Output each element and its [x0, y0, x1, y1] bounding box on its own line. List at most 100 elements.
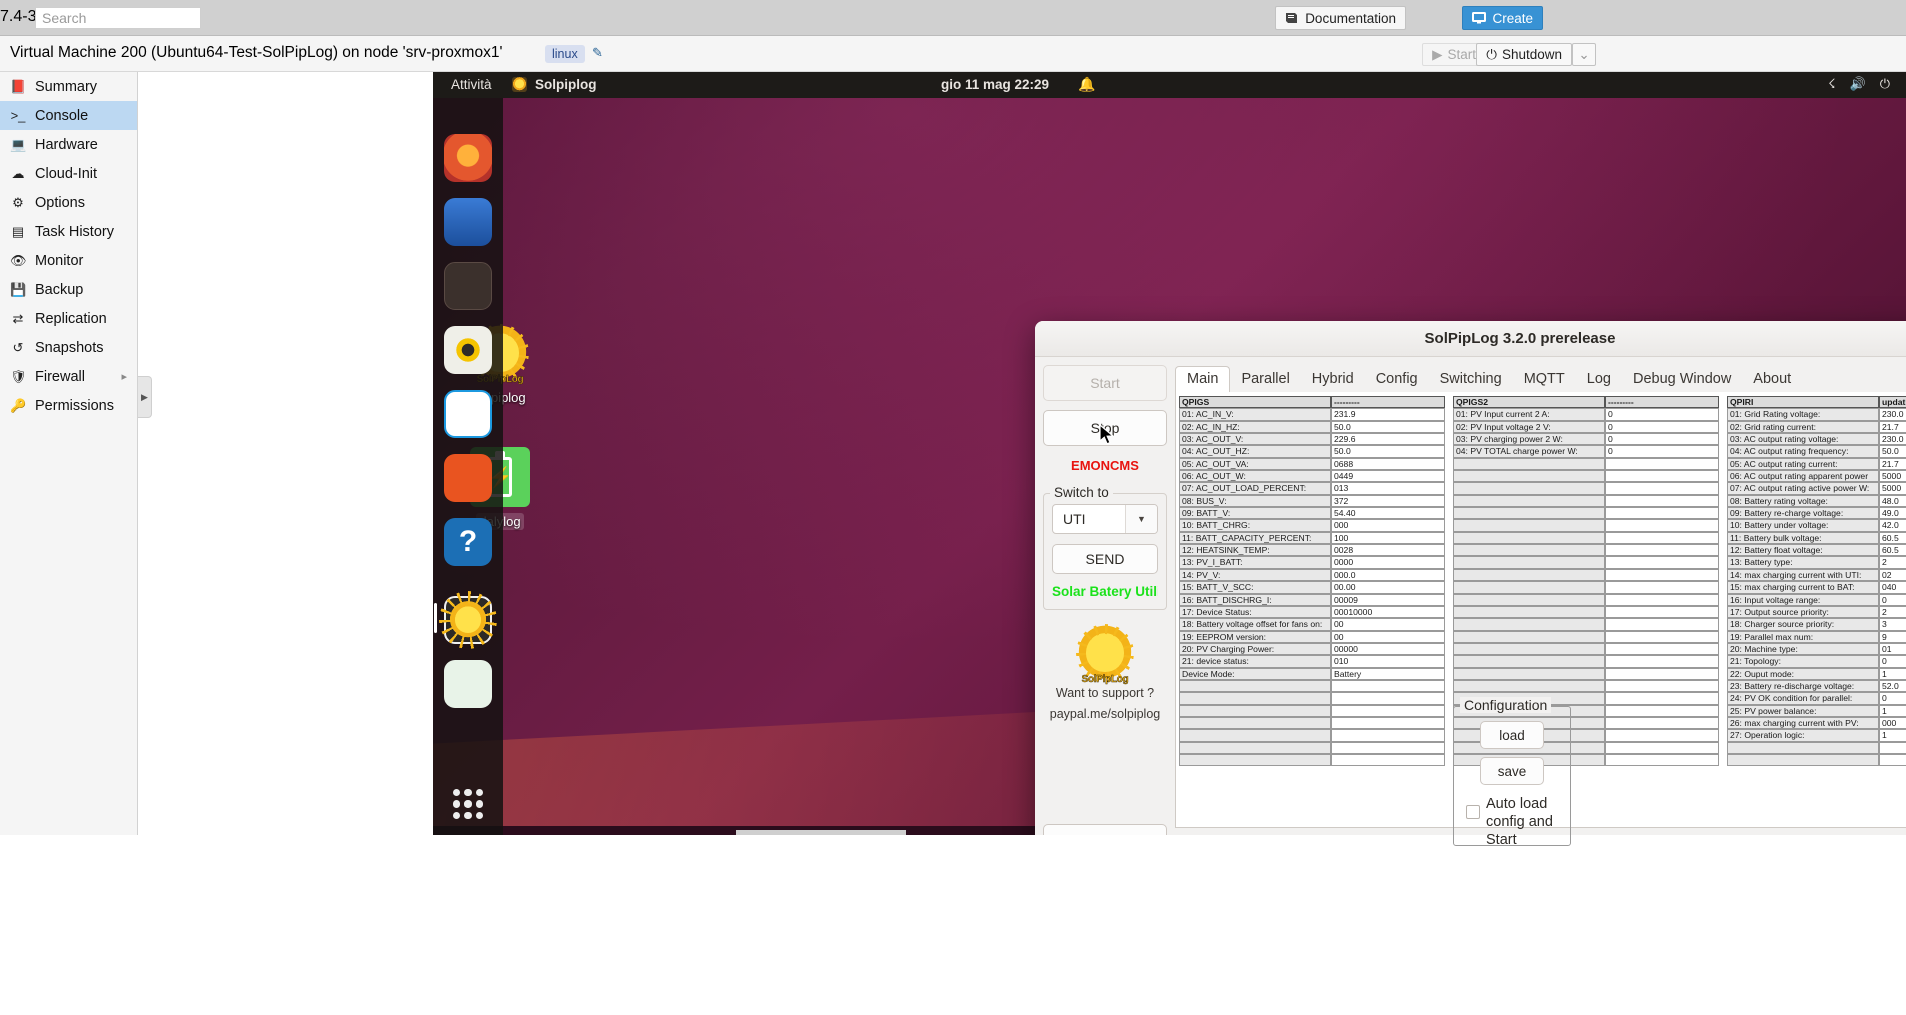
- libreoffice-writer-icon[interactable]: [444, 390, 492, 438]
- sidebar-item-cloud-init[interactable]: ☁ Cloud-Init: [0, 159, 137, 188]
- table-row[interactable]: 09: Battery re-charge voltage: 49.0: [1727, 507, 1906, 520]
- table-row[interactable]: 07: AC_OUT_LOAD_PERCENT: 013: [1179, 482, 1447, 495]
- table-row[interactable]: 07: AC output rating active power W: 5000: [1727, 482, 1906, 495]
- table-row[interactable]: 03: AC output rating voltage: 230.0: [1727, 433, 1906, 446]
- table-row[interactable]: [1453, 630, 1721, 643]
- table-row[interactable]: 22: Ouput mode: 1: [1727, 667, 1906, 680]
- table-row[interactable]: 17: Device Status: 00010000: [1179, 605, 1447, 619]
- load-config-button[interactable]: load: [1480, 721, 1544, 749]
- table-row[interactable]: [1179, 729, 1447, 742]
- table-row[interactable]: 02: Grid rating current: 21.7: [1727, 420, 1906, 434]
- activities-button[interactable]: Attività: [451, 77, 492, 92]
- edit-icon[interactable]: ✎: [592, 45, 603, 61]
- table-row[interactable]: 24: PV OK condition for parallel: 0: [1727, 692, 1906, 705]
- table-row[interactable]: 14: PV_V: 000.0: [1179, 568, 1447, 582]
- table-row[interactable]: [1453, 494, 1721, 508]
- table-row[interactable]: 19: EEPROM version: 00: [1179, 630, 1447, 643]
- table-row[interactable]: [1453, 568, 1721, 582]
- sidebar-item-task-history[interactable]: ▤ Task History: [0, 217, 137, 246]
- table-row[interactable]: 10: BATT_CHRG: 000: [1179, 519, 1447, 532]
- firefox-icon[interactable]: [444, 134, 492, 182]
- table-row[interactable]: 21: device status: 010: [1179, 655, 1447, 668]
- table-row[interactable]: 16: Input voltage range: 0: [1727, 593, 1906, 606]
- table-row[interactable]: 21: Topology: 0: [1727, 655, 1906, 668]
- table-row[interactable]: 13: Battery type: 2: [1727, 556, 1906, 569]
- sidebar-item-replication[interactable]: ⇄ Replication: [0, 304, 137, 333]
- sidebar-item-summary[interactable]: 📕 Summary: [0, 72, 137, 101]
- table-row[interactable]: [1727, 741, 1906, 754]
- table-row[interactable]: 10: Battery under voltage: 42.0: [1727, 519, 1906, 532]
- table-row[interactable]: 17: Output source priority: 2: [1727, 605, 1906, 619]
- table-row[interactable]: 02: AC_IN_HZ: 50.0: [1179, 420, 1447, 434]
- tab-log[interactable]: Log: [1576, 367, 1622, 392]
- table-row[interactable]: 04: AC_OUT_HZ: 50.0: [1179, 445, 1447, 458]
- sidebar-item-backup[interactable]: 💾 Backup: [0, 275, 137, 304]
- table-row[interactable]: 20: Machine type: 01: [1727, 642, 1906, 656]
- sidebar-collapse-handle[interactable]: ▶: [138, 376, 152, 418]
- table-row[interactable]: 06: AC_OUT_W: 0449: [1179, 470, 1447, 483]
- table-row[interactable]: 03: PV charging power 2 W: 0: [1453, 433, 1721, 446]
- sidebar-item-permissions[interactable]: 🔑 Permissions: [0, 391, 137, 420]
- shutdown-dropdown-button[interactable]: ⌄: [1572, 43, 1596, 66]
- start-button[interactable]: Start: [1043, 365, 1167, 401]
- table-row[interactable]: [1453, 667, 1721, 680]
- system-tray[interactable]: ☇ 🔊 ⏻: [1828, 76, 1890, 92]
- vm-shutdown-button[interactable]: ⏻ Shutdown: [1476, 43, 1572, 66]
- inverter-profile-button[interactable]: Inv10KwParOffg: [1043, 824, 1167, 835]
- trash-icon[interactable]: [444, 660, 492, 708]
- sidebar-item-console[interactable]: >_ Console: [0, 101, 137, 130]
- table-row[interactable]: [1453, 581, 1721, 594]
- tab-main[interactable]: Main: [1175, 366, 1231, 393]
- table-row[interactable]: [1453, 605, 1721, 619]
- tab-config[interactable]: Config: [1365, 367, 1429, 392]
- tab-about[interactable]: About: [1742, 367, 1802, 392]
- network-icon[interactable]: ☇: [1828, 76, 1835, 92]
- table-row[interactable]: [1453, 544, 1721, 557]
- table-row[interactable]: [1453, 507, 1721, 520]
- table-row[interactable]: [1453, 482, 1721, 495]
- table-row[interactable]: [1453, 593, 1721, 606]
- table-row[interactable]: 06: AC output rating apparent power 5000: [1727, 470, 1906, 483]
- table-row[interactable]: 23: Battery re-discharge voltage: 52.0: [1727, 679, 1906, 693]
- switch-mode-select[interactable]: UTI ▼: [1052, 504, 1158, 534]
- documentation-button[interactable]: Documentation: [1275, 6, 1406, 30]
- table-row[interactable]: 08: Battery rating voltage: 48.0: [1727, 494, 1906, 508]
- app-title-bar[interactable]: SolPipLog 3.2.0 prerelease – ✕: [1035, 321, 1906, 357]
- table-row[interactable]: 13: PV_I_BATT: 0000: [1179, 556, 1447, 569]
- table-row[interactable]: [1727, 753, 1906, 767]
- save-config-button[interactable]: save: [1480, 757, 1544, 785]
- search-input[interactable]: Search: [35, 7, 201, 29]
- table-row[interactable]: [1179, 753, 1447, 767]
- tab-switching[interactable]: Switching: [1429, 367, 1513, 392]
- table-row[interactable]: 18: Charger source priority: 3: [1727, 618, 1906, 631]
- sidebar-item-options[interactable]: ⚙ Options: [0, 188, 137, 217]
- table-row[interactable]: [1453, 470, 1721, 483]
- sidebar-item-firewall[interactable]: 🛡 Firewall ▸: [0, 362, 137, 391]
- table-row[interactable]: [1453, 519, 1721, 532]
- solpiplog-dock-icon[interactable]: [444, 596, 492, 644]
- focused-app-label[interactable]: Solpiplog: [535, 77, 597, 92]
- rhythmbox-icon[interactable]: [444, 326, 492, 374]
- table-row[interactable]: 05: AC_OUT_VA: 0688: [1179, 457, 1447, 471]
- table-row[interactable]: 27: Operation logic: 1: [1727, 729, 1906, 742]
- table-row[interactable]: [1453, 457, 1721, 471]
- table-row[interactable]: 02: PV Input voltage 2 V: 0: [1453, 420, 1721, 434]
- create-vm-button[interactable]: Create: [1462, 6, 1543, 30]
- table-row[interactable]: [1453, 642, 1721, 656]
- send-button[interactable]: SEND: [1052, 544, 1158, 574]
- paypal-link[interactable]: paypal.me/solpiplog: [1043, 707, 1167, 721]
- sidebar-item-hardware[interactable]: 💻 Hardware: [0, 130, 137, 159]
- table-row[interactable]: 12: Battery float voltage: 60.5: [1727, 544, 1906, 557]
- chevron-down-icon[interactable]: ▼: [1125, 505, 1157, 533]
- table-row[interactable]: 11: BATT_CAPACITY_PERCENT: 100: [1179, 531, 1447, 545]
- table-row[interactable]: [1453, 618, 1721, 631]
- table-row[interactable]: Device Mode: Battery: [1179, 667, 1447, 680]
- ubuntu-software-icon[interactable]: [444, 454, 492, 502]
- clock-label[interactable]: gio 11 mag 22:29: [941, 77, 1049, 92]
- sidebar-item-snapshots[interactable]: ↺ Snapshots: [0, 333, 137, 362]
- table-row[interactable]: [1179, 704, 1447, 717]
- tab-debug-window[interactable]: Debug Window: [1622, 367, 1742, 392]
- table-row[interactable]: [1453, 531, 1721, 545]
- table-row[interactable]: [1453, 556, 1721, 569]
- table-row[interactable]: 11: Battery bulk voltage: 60.5: [1727, 531, 1906, 545]
